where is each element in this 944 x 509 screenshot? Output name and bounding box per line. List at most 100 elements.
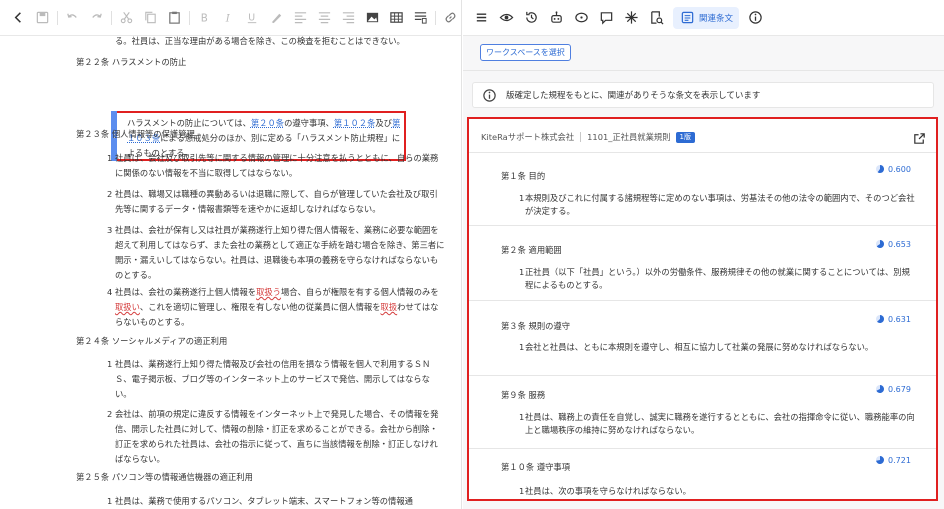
spellcheck-word[interactable]: 取扱い <box>115 302 140 312</box>
svg-text:U: U <box>248 12 255 23</box>
paragraph-number: 1 <box>107 153 113 163</box>
article-heading: 第２２条 ハラスメントの防止 <box>76 57 187 67</box>
article-heading: 第２５条 パソコン等の情報通信機器の適正利用 <box>76 472 253 482</box>
paragraph-number: 1 <box>107 359 113 369</box>
document-search-icon[interactable] <box>648 9 665 26</box>
list-icon[interactable] <box>412 9 429 26</box>
info-icon[interactable] <box>747 9 764 26</box>
article-title: 第２条 適用範囲 <box>501 245 562 255</box>
company-name: KiteRaサポート株式会社 <box>481 132 575 142</box>
table-icon[interactable] <box>388 9 405 26</box>
document-body[interactable]: る。社員は、正当な理由がある場合を除き、この検査を拒むことはできない。 第２２条… <box>0 36 461 509</box>
robot-icon[interactable] <box>548 9 565 26</box>
related-article-item[interactable]: 第１０条 遵守事項 0.721 1 社員は、次の事項を守らなければならない。 <box>469 449 936 499</box>
link-icon[interactable] <box>442 9 459 26</box>
align-left-icon[interactable] <box>292 9 309 26</box>
paragraph-number: 1 <box>107 496 113 506</box>
sparkle-icon[interactable] <box>623 9 640 26</box>
article-link[interactable]: 第２０条 <box>251 118 284 128</box>
toolbar-separator <box>435 10 436 25</box>
text-run: 社員は、会社の業務遂行上個人情報を <box>115 287 257 297</box>
cut-icon[interactable] <box>118 9 135 26</box>
panel-toolbar: 関連条文 <box>463 0 944 36</box>
history-icon[interactable] <box>523 9 540 26</box>
article-body: 1 正社員（以下「社員」という。）以外の労働条件、服務規律その他の就業に関すること… <box>519 266 915 292</box>
paragraph-number: 4 <box>107 287 113 297</box>
copy-icon[interactable] <box>142 9 159 26</box>
similarity-score: 0.600 <box>875 164 911 174</box>
related-article-item[interactable]: 第９条 服務 0.679 1 社員は、職務上の責任を自覚し、誠実に職務を遂行すると… <box>469 376 936 449</box>
toolbar-separator <box>57 10 58 25</box>
article-title: 第９条 服務 <box>501 390 546 400</box>
paragraph-text: 社員は、業務遂行上知り得た情報及び会社の信用を損なう情報を個人で利用するＳＮＳ、… <box>115 359 431 399</box>
article-text: 正社員（以下「社員」という。）以外の労働条件、服務規律その他の就業に関することに… <box>525 267 910 290</box>
external-link-icon[interactable] <box>911 130 928 147</box>
save-icon[interactable] <box>34 9 51 26</box>
paragraph-number: 1 <box>519 412 525 422</box>
toolbar-separator <box>189 10 190 25</box>
related-article-item[interactable]: 第１条 目的 0.600 1 本規則及びこれに付属する諸規程等に定めのない事項は、… <box>469 153 936 226</box>
undo-icon[interactable] <box>64 9 81 26</box>
score-pie-icon <box>876 456 884 464</box>
paragraph-number: 2 <box>107 189 113 199</box>
bold-icon[interactable]: B <box>196 9 213 26</box>
svg-text:B: B <box>201 13 208 25</box>
article-title: 第３条 規則の遵守 <box>501 321 571 331</box>
tab-related-articles[interactable]: 関連条文 <box>673 6 740 29</box>
align-right-icon[interactable] <box>340 9 357 26</box>
score-value: 0.679 <box>888 384 911 394</box>
paragraph-text: 社員は、会社が保有し又は社員が業務遂行上知り得た個人情報を、業務に必要な範囲を超… <box>115 225 445 280</box>
score-pie-icon <box>876 315 884 323</box>
image-icon[interactable] <box>364 9 381 26</box>
similarity-score: 0.653 <box>875 239 911 249</box>
paragraph-text: 社員は、業務で使用するパソコン、タブレット端末、スマートフォン等の情報通 <box>115 496 413 506</box>
paragraph: 1 社員は、業務で使用するパソコン、タブレット端末、スマートフォン等の情報通 <box>107 494 445 509</box>
text-run: の遵守事項、 <box>284 118 334 128</box>
article-heading: 第２３条 個人情報等の保護管理 <box>76 129 195 139</box>
info-banner: 版確定した規程をもとに、関連がありそうな条文を表示しています <box>472 82 934 108</box>
related-articles-icon <box>679 9 696 26</box>
article-body: 1 社員は、次の事項を守らなければならない。 <box>519 485 915 498</box>
article-title: 第１条 目的 <box>501 171 546 181</box>
article-link[interactable]: 第１０２条 <box>334 118 376 128</box>
editor-toolbar: B I U <box>0 0 461 36</box>
underline-icon[interactable]: U <box>244 9 261 26</box>
tab-label: 関連条文 <box>699 13 734 24</box>
banner-text: 版確定した規程をもとに、関連がありそうな条文を表示しています <box>506 91 761 101</box>
article-text: 社員は、次の事項を守らなければならない。 <box>525 486 691 496</box>
paste-icon[interactable] <box>166 9 183 26</box>
italic-icon[interactable]: I <box>220 9 237 26</box>
related-article-item[interactable]: 第２条 適用範囲 0.653 1 正社員（以下「社員」という。）以外の労働条件、服… <box>469 226 936 301</box>
related-articles-panel: 関連条文 ワークスペースを選択 版確定した規程をもとに、関連がありそうな条文を表… <box>463 0 944 509</box>
divider <box>580 132 582 142</box>
spellcheck-word[interactable]: 取扱 <box>381 302 398 312</box>
divider <box>463 70 944 71</box>
article-body: 1 会社と社員は、ともに本規則を遵守し、相互に協力して社業の発展に努めなければなら… <box>519 341 915 354</box>
article-title: 第１０条 遵守事項 <box>501 462 571 472</box>
related-article-item[interactable]: 第３条 規則の遵守 0.631 1 会社と社員は、ともに本規則を遵守し、相互に協力… <box>469 301 936 376</box>
paragraph-number: 1 <box>519 342 525 352</box>
article-body: 1 社員は、職務上の責任を自覚し、誠実に職務を遂行するとともに、会社の指揮命令に従… <box>519 411 915 437</box>
back-icon[interactable] <box>10 9 27 26</box>
format-paint-icon[interactable] <box>268 9 285 26</box>
align-center-icon[interactable] <box>316 9 333 26</box>
text-run: 場合、自らが権限を有する個人情報のみを <box>280 287 439 297</box>
score-value: 0.631 <box>888 314 911 324</box>
similarity-score: 0.679 <box>875 384 911 394</box>
paragraph: 2 社員は、職場又は職種の異動あるいは退職に際して、自らが管理していた会社及び取引… <box>107 187 445 217</box>
redo-icon[interactable] <box>88 9 105 26</box>
eye-icon[interactable] <box>498 9 515 26</box>
spellcheck-word[interactable]: 取扱う <box>256 287 281 297</box>
menu-icon[interactable] <box>473 9 490 26</box>
paragraph: 1 社員は、会社及び取引先等に関する情報の管理に十分注意を払うとともに、自らの業務… <box>107 151 445 181</box>
score-value: 0.653 <box>888 239 911 249</box>
paragraph-number: 3 <box>107 225 113 235</box>
comment-icon[interactable] <box>598 9 615 26</box>
editor-pane: B I U る。社員は、正当な理由がある場合を除き、この検査を拒むことはできない… <box>0 0 462 509</box>
article-heading: 第２４条 ソーシャルメディアの適正利用 <box>76 336 228 346</box>
info-circle-icon <box>481 87 498 104</box>
text-run: 及び <box>375 118 392 128</box>
chat-bubble-icon[interactable] <box>573 9 590 26</box>
paragraph: 4 社員は、会社の業務遂行上個人情報を取扱う場合、自らが権限を有する個人情報のみを… <box>107 285 445 330</box>
select-workspace-button[interactable]: ワークスペースを選択 <box>480 44 571 61</box>
